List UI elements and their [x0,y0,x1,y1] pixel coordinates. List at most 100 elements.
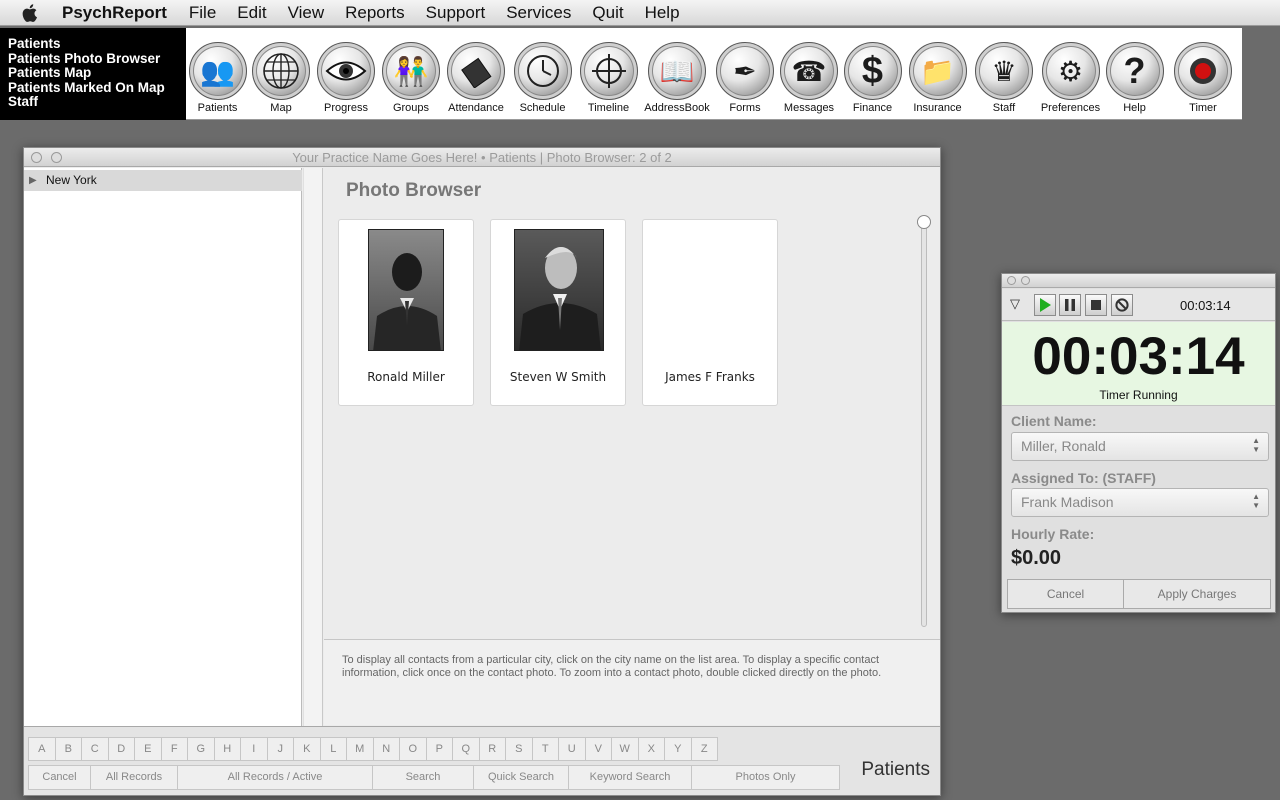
menu-view[interactable]: View [288,3,325,23]
toolbar-staff-button[interactable]: ♛ Staff [971,28,1037,120]
close-window-button[interactable] [1007,276,1016,285]
client-name-value: Miller, Ronald [1021,438,1106,454]
disclosure-down-icon[interactable]: ▽ [1010,296,1020,312]
menu-help[interactable]: Help [645,3,680,23]
quick-link-patients[interactable]: Patients [8,36,186,52]
photo-card-ronald-miller[interactable]: Ronald Miller [338,219,474,406]
quick-search-button[interactable]: Quick Search [473,765,569,790]
toolbar-map-button[interactable]: Map [249,28,313,120]
toolbar-insurance-button[interactable]: 📁 Insurance [904,28,971,120]
letter-r[interactable]: R [478,737,506,761]
minimize-window-button[interactable] [1021,276,1030,285]
all-records-button[interactable]: All Records [90,765,178,790]
toolbar-forms-button[interactable]: ✒ Forms [713,28,777,120]
letter-c[interactable]: C [81,737,109,761]
slider-knob[interactable] [917,215,931,229]
apple-menu[interactable] [0,3,62,23]
quick-link-photo-browser[interactable]: Patients Photo Browser [8,51,186,67]
letter-v[interactable]: V [584,737,612,761]
letter-f[interactable]: F [160,737,188,761]
letter-e[interactable]: E [134,737,162,761]
contact-photo[interactable] [514,229,604,351]
minimize-window-button[interactable] [51,152,62,163]
letter-s[interactable]: S [505,737,533,761]
toolbar-label: Finance [852,102,893,114]
folder-icon: 📁 [908,42,967,100]
photos-only-button[interactable]: Photos Only [691,765,840,790]
timer-cancel-button[interactable]: Cancel [1007,579,1124,609]
menu-quit[interactable]: Quit [592,3,623,23]
disclosure-triangle-icon[interactable]: ▶ [29,170,37,191]
letter-x[interactable]: X [637,737,665,761]
letter-j[interactable]: J [266,737,294,761]
letter-d[interactable]: D [107,737,135,761]
letter-k[interactable]: K [293,737,321,761]
letter-g[interactable]: G [187,737,215,761]
toolbar-help-button[interactable]: ? Help [1104,28,1165,120]
play-button[interactable] [1034,294,1056,316]
play-icon [1040,298,1051,312]
toolbar-progress-button[interactable]: Progress [313,28,379,120]
letter-y[interactable]: Y [664,737,692,761]
toolbar-groups-button[interactable]: 👫 Groups [379,28,443,120]
toolbar-timeline-button[interactable]: Timeline [576,28,641,120]
letter-w[interactable]: W [611,737,639,761]
toolbar-buttons: 👥 Patients Map Progress 👫 Groups Attendanc… [186,28,1241,120]
app-menu[interactable]: PsychReport [62,3,167,23]
timer-title-bar[interactable] [1002,274,1275,288]
letter-l[interactable]: L [319,737,347,761]
toolbar-messages-button[interactable]: ☎ Messages [777,28,841,120]
letter-z[interactable]: Z [690,737,718,761]
letter-a[interactable]: A [28,737,56,761]
letter-p[interactable]: P [425,737,453,761]
letter-u[interactable]: U [558,737,586,761]
menu-support[interactable]: Support [426,3,486,23]
toolbar-finance-button[interactable]: $ Finance [841,28,904,120]
letter-b[interactable]: B [54,737,82,761]
reset-button[interactable] [1111,294,1133,316]
all-records-active-button[interactable]: All Records / Active [177,765,373,790]
toolbar-attendance-button[interactable]: Attendance [443,28,509,120]
toolbar-schedule-button[interactable]: Schedule [509,28,576,120]
letter-o[interactable]: O [399,737,427,761]
pause-button[interactable] [1059,294,1081,316]
clock-icon [513,42,572,100]
search-button[interactable]: Search [372,765,474,790]
client-name-select[interactable]: Miller, Ronald ▲ ▼ [1011,432,1269,461]
menu-services[interactable]: Services [506,3,571,23]
city-item[interactable]: ▶ New York [24,170,302,191]
menu-reports[interactable]: Reports [345,3,405,23]
toolbar-label: Preferences [1040,102,1101,114]
letter-m[interactable]: M [346,737,374,761]
photo-card-steven-w-smith[interactable]: Steven W Smith [490,219,626,406]
quick-link-marked-on-map[interactable]: Patients Marked On Map [8,80,186,96]
photo-browser-zoom-slider[interactable] [917,215,931,627]
menu-file[interactable]: File [189,3,216,23]
toolbar-patients-button[interactable]: 👥 Patients [186,28,249,120]
apply-charges-button[interactable]: Apply Charges [1123,579,1271,609]
close-window-button[interactable] [31,152,42,163]
photo-card-james-f-franks[interactable]: James F Franks [642,219,778,406]
eye-icon [317,42,375,100]
letter-n[interactable]: N [372,737,400,761]
menu-edit[interactable]: Edit [237,3,266,23]
quick-link-patients-map[interactable]: Patients Map [8,65,186,81]
toolbar-preferences-button[interactable]: ⚙ Preferences [1037,28,1104,120]
keyword-search-button[interactable]: Keyword Search [568,765,692,790]
menu-bar: PsychReport File Edit View Reports Suppo… [0,0,1280,26]
toolbar-timer-button[interactable]: Timer [1165,28,1241,120]
contact-photo[interactable] [368,229,444,351]
split-view-divider[interactable] [303,168,323,726]
letter-q[interactable]: Q [452,737,480,761]
letter-h[interactable]: H [213,737,241,761]
photo-browser-title: Photo Browser [346,180,482,201]
assigned-to-select[interactable]: Frank Madison ▲ ▼ [1011,488,1269,517]
stop-button[interactable] [1085,294,1107,316]
letter-t[interactable]: T [531,737,559,761]
cancel-button[interactable]: Cancel [28,765,91,790]
window-title-bar[interactable]: Your Practice Name Goes Here! • Patients… [24,148,940,167]
letter-i[interactable]: I [240,737,268,761]
toolbar-label: Map [270,102,292,114]
quick-link-staff[interactable]: Staff [8,94,186,110]
toolbar-addressbook-button[interactable]: 📖 AddressBook [641,28,713,120]
